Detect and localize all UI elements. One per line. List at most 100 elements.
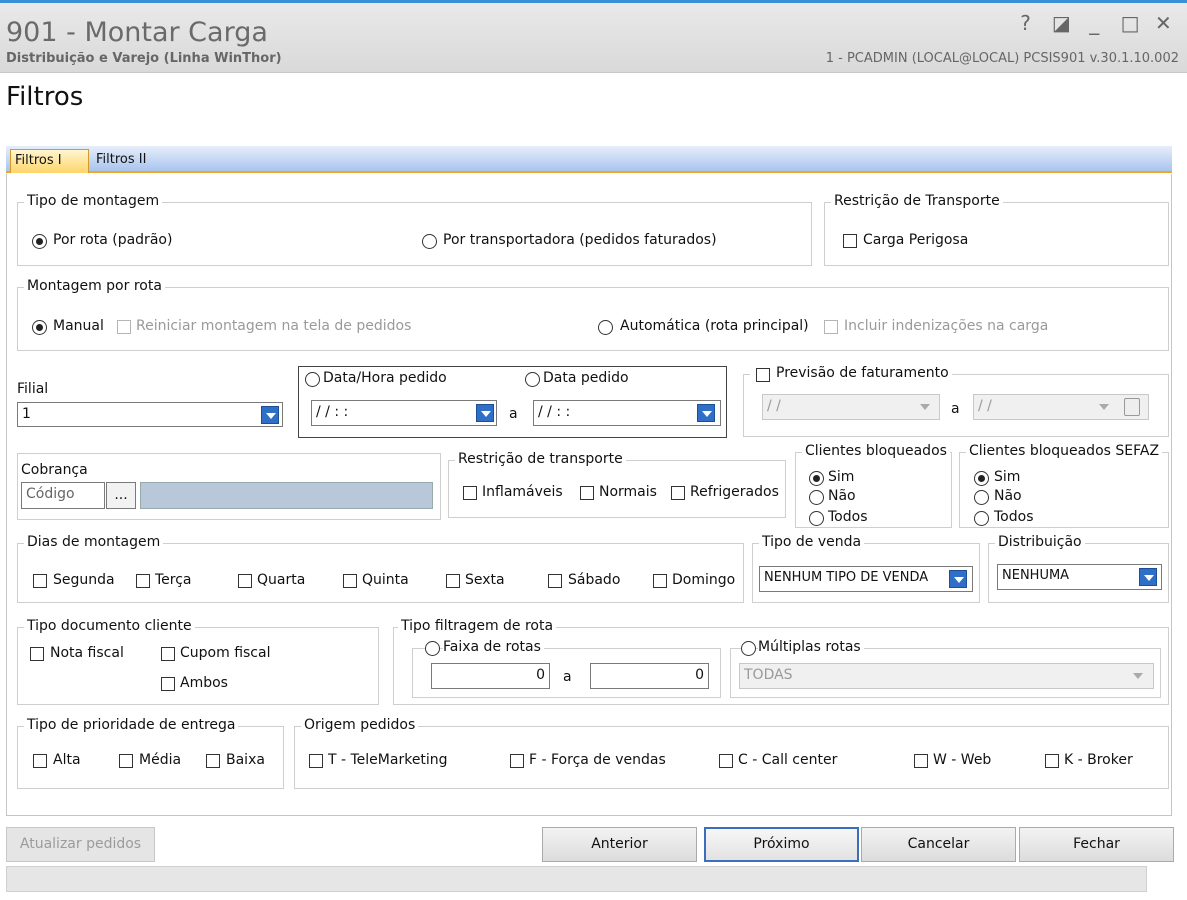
ambos-checkbox[interactable] xyxy=(161,677,175,691)
cb-sim-radio[interactable] xyxy=(809,471,824,486)
telemarketing-label: T - TeleMarketing xyxy=(328,752,448,768)
automatica-label: Automática (rota principal) xyxy=(620,318,809,334)
cb-nao-radio[interactable] xyxy=(809,490,824,505)
previsao-legend: Previsão de faturamento xyxy=(750,365,952,381)
multiplas-rotas-radio[interactable] xyxy=(741,641,756,656)
quinta-checkbox[interactable] xyxy=(343,574,357,588)
cobranca-description-field xyxy=(140,482,433,509)
data-pedido-radio[interactable] xyxy=(525,372,540,387)
atualizar-pedidos-button[interactable]: Atualizar pedidos xyxy=(6,827,155,862)
cobranca-search-button[interactable]: ... xyxy=(106,482,136,509)
multiplas-rotas-select[interactable]: TODAS xyxy=(739,663,1154,689)
maximize-icon[interactable]: □ xyxy=(1121,11,1143,35)
cobranca-codigo-input[interactable]: Código xyxy=(21,482,105,509)
sefaz-sim-radio[interactable] xyxy=(974,471,989,486)
inflamaveis-label: Inflamáveis xyxy=(482,484,563,500)
quinta-label: Quinta xyxy=(362,572,409,588)
nota-fiscal-checkbox[interactable] xyxy=(30,647,44,661)
faixa-to-input[interactable]: 0 xyxy=(590,663,709,689)
automatica-radio[interactable] xyxy=(598,320,613,335)
tipo-montagem-group: Tipo de montagem Por rota (padrão) Por t… xyxy=(17,193,812,266)
data-from-dropdown-icon[interactable] xyxy=(476,404,494,422)
clientes-bloqueados-group: Clientes bloqueados Sim Não Todos xyxy=(795,443,952,528)
restore-alt-icon[interactable]: ◪ xyxy=(1052,11,1074,35)
filial-select[interactable]: 1 xyxy=(17,402,283,427)
sabado-label: Sábado xyxy=(568,572,621,588)
tipo-venda-value: NENHUM TIPO DE VENDA xyxy=(764,570,929,585)
tipo-venda-dropdown-icon[interactable] xyxy=(949,570,967,588)
reiniciar-checkbox[interactable] xyxy=(117,320,131,334)
baixa-label: Baixa xyxy=(226,752,265,768)
previsao-from-input[interactable]: / / xyxy=(762,394,940,420)
anterior-button[interactable]: Anterior xyxy=(542,827,697,862)
distribuicao-dropdown-icon[interactable] xyxy=(1139,568,1157,586)
filial-dropdown-icon[interactable] xyxy=(261,406,279,424)
domingo-checkbox[interactable] xyxy=(653,574,667,588)
tab-filtros-ii[interactable]: Filtros II xyxy=(92,149,162,173)
proximo-button[interactable]: Próximo xyxy=(704,827,859,862)
call-center-checkbox[interactable] xyxy=(719,754,733,768)
ambos-label: Ambos xyxy=(180,675,228,691)
refrigerados-checkbox[interactable] xyxy=(671,486,685,500)
sabado-checkbox[interactable] xyxy=(548,574,562,588)
manual-label: Manual xyxy=(53,318,104,334)
faixa-from-input[interactable]: 0 xyxy=(431,663,550,689)
cupom-fiscal-checkbox[interactable] xyxy=(161,647,175,661)
distribuicao-select[interactable]: NENHUMA xyxy=(997,564,1162,590)
data-to-dropdown-icon[interactable] xyxy=(697,404,715,422)
distribuicao-legend: Distribuição xyxy=(995,534,1085,550)
cobranca-codigo-placeholder: Código xyxy=(26,486,75,502)
por-transportadora-radio[interactable] xyxy=(422,234,437,249)
telemarketing-checkbox[interactable] xyxy=(309,754,323,768)
close-icon[interactable]: ✕ xyxy=(1155,11,1177,35)
faixa-rotas-radio[interactable] xyxy=(425,641,440,656)
cancelar-button[interactable]: Cancelar xyxy=(861,827,1016,862)
segunda-checkbox[interactable] xyxy=(33,574,47,588)
previsao-checkbox[interactable] xyxy=(756,368,770,382)
tipo-venda-select[interactable]: NENHUM TIPO DE VENDA xyxy=(759,566,973,592)
restricao-transporte-top-group: Restrição de Transporte Carga Perigosa xyxy=(824,193,1169,266)
minimize-icon[interactable]: _ xyxy=(1086,11,1108,35)
fechar-button[interactable]: Fechar xyxy=(1019,827,1174,862)
tipo-montagem-legend: Tipo de montagem xyxy=(24,193,163,209)
forca-vendas-checkbox[interactable] xyxy=(510,754,524,768)
por-rota-radio[interactable] xyxy=(32,234,47,249)
web-checkbox[interactable] xyxy=(914,754,928,768)
sexta-label: Sexta xyxy=(465,572,505,588)
data-from-input[interactable]: / / : : xyxy=(311,400,497,426)
web-label: W - Web xyxy=(933,752,992,768)
montagem-rota-legend: Montagem por rota xyxy=(24,278,165,294)
restricao-transporte-group: Restrição de transporte Inflamáveis Norm… xyxy=(448,451,786,518)
quarta-checkbox[interactable] xyxy=(238,574,252,588)
broker-checkbox[interactable] xyxy=(1045,754,1059,768)
cupom-fiscal-label: Cupom fiscal xyxy=(180,645,271,661)
data-from-value: / / : : xyxy=(316,404,349,420)
segunda-label: Segunda xyxy=(53,572,115,588)
baixa-checkbox[interactable] xyxy=(206,754,220,768)
media-checkbox[interactable] xyxy=(119,754,133,768)
tab-filtros-i[interactable]: Filtros I xyxy=(10,149,89,173)
manual-radio[interactable] xyxy=(32,320,47,335)
cobranca-label: Cobrança xyxy=(21,462,88,478)
help-icon[interactable]: ? xyxy=(1018,11,1040,35)
normais-checkbox[interactable] xyxy=(580,486,594,500)
sefaz-sim-label: Sim xyxy=(994,469,1021,485)
previsao-to-dropdown-icon[interactable] xyxy=(1095,398,1113,416)
sefaz-todos-radio[interactable] xyxy=(974,511,989,526)
previsao-to-input[interactable]: / / xyxy=(973,394,1149,420)
data-to-input[interactable]: / / : : xyxy=(533,400,721,426)
alta-checkbox[interactable] xyxy=(33,754,47,768)
carga-perigosa-checkbox[interactable] xyxy=(843,234,857,248)
data-hora-radio[interactable] xyxy=(305,372,320,387)
previsao-from-dropdown-icon[interactable] xyxy=(916,398,934,416)
calendar-icon[interactable] xyxy=(1124,398,1140,416)
data-pedido-label: Data pedido xyxy=(543,370,629,386)
sexta-checkbox[interactable] xyxy=(446,574,460,588)
multiplas-rotas-dropdown-icon[interactable] xyxy=(1129,667,1147,685)
sefaz-nao-radio[interactable] xyxy=(974,490,989,505)
cb-todos-radio[interactable] xyxy=(809,511,824,526)
terca-checkbox[interactable] xyxy=(136,574,150,588)
incluir-indenizacoes-checkbox[interactable] xyxy=(824,320,838,334)
page-title: Filtros xyxy=(6,82,84,112)
inflamaveis-checkbox[interactable] xyxy=(463,486,477,500)
